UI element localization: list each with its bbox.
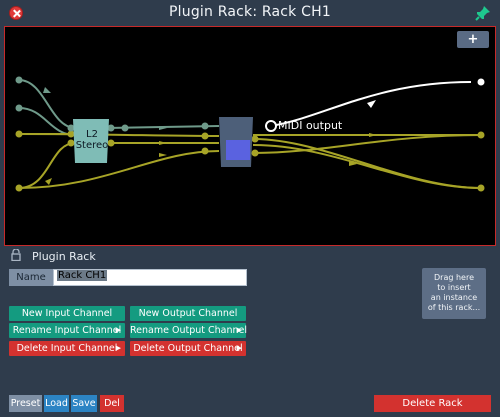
drag-hint-line: Drag here	[434, 273, 474, 282]
triangle-right-icon: ▶	[115, 326, 121, 334]
wire-rack-to-output-4	[252, 138, 482, 189]
drag-hint-line: to insert	[437, 283, 471, 292]
wire-input-to-l2-bottom	[18, 107, 76, 136]
title-bar: Plugin Rack: Rack CH1	[0, 0, 500, 26]
panel-title: Plugin Rack	[32, 250, 96, 263]
load-preset-button[interactable]: Load	[44, 395, 69, 412]
window-title: Plugin Rack: Rack CH1	[169, 4, 331, 20]
rename-input-channel-label: Rename Input Channel	[12, 325, 122, 336]
add-button[interactable]: +	[457, 31, 489, 48]
delete-input-channel-label: Delete Input Channel	[16, 343, 118, 354]
node-l2-label[interactable]: L2 Stereo	[75, 129, 109, 151]
new-input-channel-button[interactable]: New Input Channel	[9, 306, 125, 321]
node-l2-label-line2: Stereo	[75, 140, 109, 151]
wire-bypass-1	[18, 133, 220, 137]
preset-label: Preset	[9, 395, 42, 412]
name-field[interactable]: Rack CH1	[53, 269, 247, 286]
triangle-right-icon: ▶	[236, 326, 242, 334]
new-output-channel-button[interactable]: New Output Channel	[130, 306, 246, 321]
name-value: Rack CH1	[57, 270, 108, 281]
delete-output-channel-button[interactable]: Delete Output Channel ▶	[130, 341, 246, 356]
lock-icon	[11, 249, 21, 261]
delete-preset-button[interactable]: Del	[100, 395, 124, 412]
rename-output-channel-label: Rename Output Channel	[130, 325, 248, 336]
triangle-right-icon: ▶	[115, 344, 121, 352]
save-preset-button[interactable]: Save	[71, 395, 97, 412]
rename-input-channel-button[interactable]: Rename Input Channel ▶	[9, 323, 125, 338]
name-label: Name	[9, 269, 53, 286]
routing-graph[interactable]: + L2 Stereo MIDI output	[4, 26, 496, 246]
delete-input-channel-button[interactable]: Delete Input Channel ▶	[9, 341, 125, 356]
midi-output-port	[265, 120, 277, 132]
wire-rack-to-output-3	[252, 134, 482, 154]
rename-output-channel-button[interactable]: Rename Output Channel ▶	[130, 323, 248, 338]
drag-hint-line: an instance	[430, 293, 478, 302]
node-rack-inner	[226, 140, 250, 160]
rack-drag-handle[interactable]: Drag here to insert an instance of this …	[422, 268, 486, 319]
drag-hint-line: of this rack...	[427, 303, 481, 312]
midi-output-label: MIDI output	[278, 119, 343, 132]
delete-output-channel-label: Delete Output Channel	[133, 343, 243, 354]
rack-panel: Plugin Rack Name Rack CH1 New Input Chan…	[0, 246, 500, 417]
pin-icon[interactable]	[475, 5, 491, 21]
triangle-right-icon: ▶	[236, 344, 242, 352]
node-l2-label-line1: L2	[86, 129, 98, 140]
delete-rack-button[interactable]: Delete Rack	[374, 395, 491, 412]
